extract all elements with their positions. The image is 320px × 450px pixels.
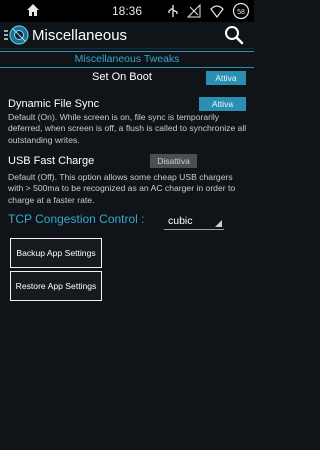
tcp-congestion-dropdown[interactable]: cubic: [164, 214, 224, 230]
action-bar: Miscellaneous: [0, 22, 254, 49]
usb-fast-charge-description: Default (Off). This option allows some c…: [8, 172, 236, 205]
svg-text:58: 58: [237, 9, 245, 16]
dynamic-fsync-description: Default (On). While screen is on, file s…: [8, 112, 247, 145]
battery-icon: 58: [232, 2, 250, 20]
section-divider-bottom: [0, 67, 254, 68]
section-title: Miscellaneous Tweaks: [74, 53, 180, 65]
set-on-boot-toggle[interactable]: Attiva: [206, 71, 246, 85]
dynamic-fsync-toggle[interactable]: Attiva: [199, 97, 246, 111]
restore-app-settings-button[interactable]: Restore App Settings: [10, 271, 102, 301]
usb-icon: [167, 5, 178, 17]
search-icon[interactable]: [224, 25, 244, 50]
status-bar: 18:36 58: [0, 0, 254, 22]
set-on-boot-label: Set On Boot: [92, 71, 152, 83]
kernel-app-icon[interactable]: [2, 24, 30, 51]
signal-off-icon: [186, 3, 201, 18]
dynamic-fsync-label: Dynamic File Sync: [8, 98, 100, 110]
section-divider-top: [0, 51, 254, 52]
wifi-icon: [209, 5, 224, 18]
backup-app-settings-button[interactable]: Backup App Settings: [10, 238, 102, 268]
status-icons: 58: [163, 2, 250, 20]
usb-fast-charge-label: USB Fast Charge: [8, 155, 95, 167]
tcp-congestion-value: cubic: [168, 215, 193, 227]
tcp-congestion-label: TCP Congestion Control :: [8, 212, 145, 226]
dropdown-triangle-icon: [215, 220, 222, 227]
usb-fast-charge-toggle[interactable]: Disattiva: [150, 154, 197, 168]
page-title: Miscellaneous: [32, 27, 128, 44]
